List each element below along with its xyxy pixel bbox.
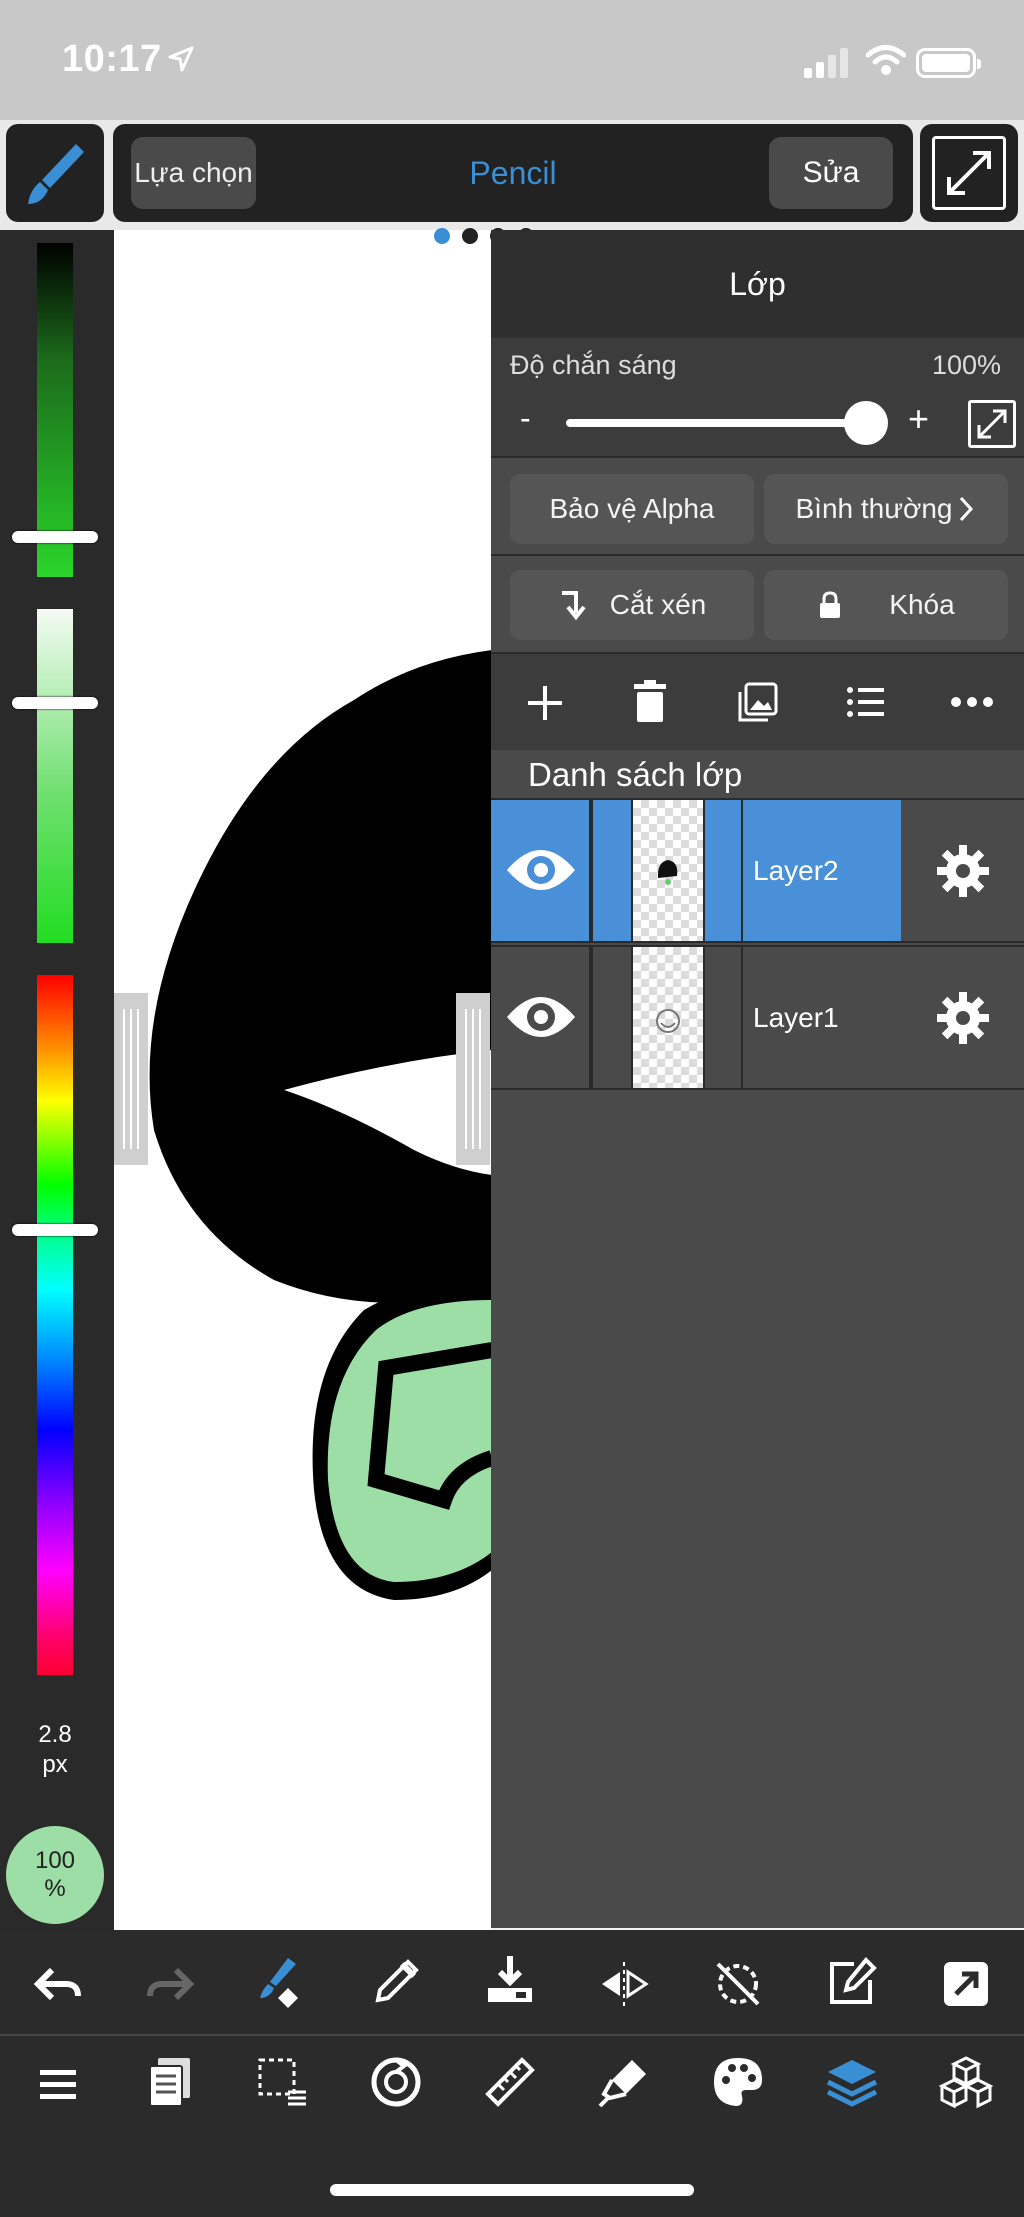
- brightness-slider[interactable]: [37, 243, 73, 577]
- gear-icon: [936, 844, 989, 897]
- brush-opacity[interactable]: 100 %: [6, 1826, 104, 1924]
- clipping-button[interactable]: Cắt xén: [510, 570, 754, 640]
- more-icon[interactable]: [950, 696, 994, 708]
- lock-label: Khóa: [889, 589, 955, 620]
- blend-mode-label: Bình thường: [795, 493, 953, 524]
- layer-settings-button[interactable]: [901, 800, 1024, 941]
- page-dot: [462, 228, 478, 244]
- redo-icon[interactable]: [142, 1956, 198, 2012]
- brush-opacity-unit: %: [44, 1875, 66, 1902]
- opacity-expand-button[interactable]: [968, 400, 1016, 448]
- canvas-artwork: [149, 650, 492, 1600]
- flip-icon[interactable]: [596, 1956, 652, 2012]
- canvas-scroll-handle-left[interactable]: [114, 993, 148, 1165]
- clipping-arrow-icon: [561, 591, 586, 621]
- protect-alpha-label: Bảo vệ Alpha: [549, 493, 715, 524]
- add-layer-icon[interactable]: [524, 682, 566, 724]
- brush-size-unit: px: [42, 1751, 68, 1778]
- brush-opacity-value: 100: [34, 1847, 76, 1874]
- layer-name: Layer1: [753, 1001, 839, 1033]
- eye-icon: [507, 997, 575, 1037]
- blend-mode-button[interactable]: Bình thường: [764, 474, 1008, 544]
- layers-icon[interactable]: [824, 2054, 880, 2110]
- saturation-slider[interactable]: [37, 609, 73, 943]
- opacity-decrease-button[interactable]: -: [520, 400, 531, 437]
- delete-layer-icon[interactable]: [632, 680, 668, 724]
- eyedropper-icon[interactable]: [368, 1954, 424, 2010]
- layer-panel-title: Lớp: [491, 230, 1024, 338]
- layer-thumbnail: [633, 947, 703, 1088]
- transform-icon[interactable]: [368, 2054, 424, 2110]
- layer-opacity-value: 100%: [932, 350, 1002, 380]
- layer-list-icon[interactable]: [846, 684, 886, 720]
- save-icon[interactable]: [482, 1952, 538, 2008]
- separator: [703, 800, 705, 941]
- undo-icon[interactable]: [30, 1956, 86, 2012]
- lock-icon: [820, 591, 841, 618]
- location-arrow-icon: [168, 46, 194, 72]
- home-indicator[interactable]: [330, 2184, 694, 2196]
- hue-slider[interactable]: [37, 975, 73, 1675]
- wifi-icon: [866, 45, 906, 75]
- import-image-icon[interactable]: [738, 682, 778, 722]
- layer-row-layer2[interactable]: Layer2: [491, 798, 1024, 943]
- clipping-label: Cắt xén: [609, 589, 707, 620]
- brush-icon: [28, 144, 84, 204]
- fill-icon[interactable]: [596, 2054, 652, 2110]
- share-icon[interactable]: [938, 1956, 994, 2012]
- separator: [491, 456, 1024, 458]
- visibility-toggle[interactable]: [491, 800, 591, 941]
- gear-icon: [936, 991, 989, 1044]
- expand-icon: [977, 409, 1007, 439]
- canvas-scroll-handle-right[interactable]: [456, 993, 490, 1165]
- separator: [741, 800, 743, 941]
- rotate-reset-icon[interactable]: [710, 1956, 766, 2012]
- visibility-toggle[interactable]: [491, 947, 591, 1088]
- page-dot-active: [434, 228, 450, 244]
- lock-button[interactable]: Khóa: [764, 570, 1008, 640]
- brush-size[interactable]: 2.8 px: [0, 1720, 110, 1780]
- separator: [591, 800, 593, 941]
- brush-tool-button[interactable]: [6, 124, 104, 222]
- saturation-slider-thumb[interactable]: [12, 697, 98, 709]
- brush-transform-icon[interactable]: [252, 1952, 308, 2008]
- ruler-icon[interactable]: [482, 2054, 538, 2110]
- signal-icon: [804, 48, 848, 78]
- materials-icon[interactable]: [938, 2054, 994, 2110]
- battery-icon: [916, 48, 981, 78]
- layer-opacity-label: Độ chắn sáng: [510, 350, 677, 380]
- layer-name: Layer2: [753, 854, 839, 886]
- palette-icon[interactable]: [710, 2054, 766, 2110]
- layer-thumbnail: [633, 800, 703, 941]
- menu-icon[interactable]: [30, 2056, 86, 2112]
- layer-row-layer1[interactable]: Layer1: [491, 945, 1024, 1090]
- drawing-canvas[interactable]: [114, 230, 492, 1930]
- eye-icon: [507, 850, 575, 890]
- edit-button[interactable]: Sửa: [769, 137, 893, 209]
- status-time: 10:17: [62, 38, 162, 80]
- selection-button[interactable]: Lựa chọn: [131, 137, 256, 209]
- layer-opacity-slider-knob[interactable]: [844, 401, 888, 445]
- layer-opacity-slider[interactable]: [566, 419, 866, 427]
- selection-icon[interactable]: [254, 2054, 310, 2110]
- layer-settings-button[interactable]: [901, 947, 1024, 1088]
- separator: [0, 2034, 1024, 2036]
- chevron-right-icon: [960, 496, 974, 522]
- layer-list-title: Danh sách lớp: [528, 756, 743, 793]
- opacity-increase-button[interactable]: +: [908, 398, 929, 440]
- separator: [491, 554, 1024, 556]
- separator: [703, 947, 705, 1088]
- edit-icon[interactable]: [824, 1954, 880, 2010]
- protect-alpha-button[interactable]: Bảo vệ Alpha: [510, 474, 754, 544]
- separator: [591, 947, 593, 1088]
- brightness-slider-thumb[interactable]: [12, 531, 98, 543]
- brush-size-value: 2.8: [38, 1721, 72, 1748]
- fullscreen-button[interactable]: [920, 124, 1018, 222]
- pages-icon[interactable]: [142, 2054, 198, 2110]
- separator: [741, 947, 743, 1088]
- hue-slider-thumb[interactable]: [12, 1224, 98, 1236]
- expand-icon: [932, 136, 1006, 210]
